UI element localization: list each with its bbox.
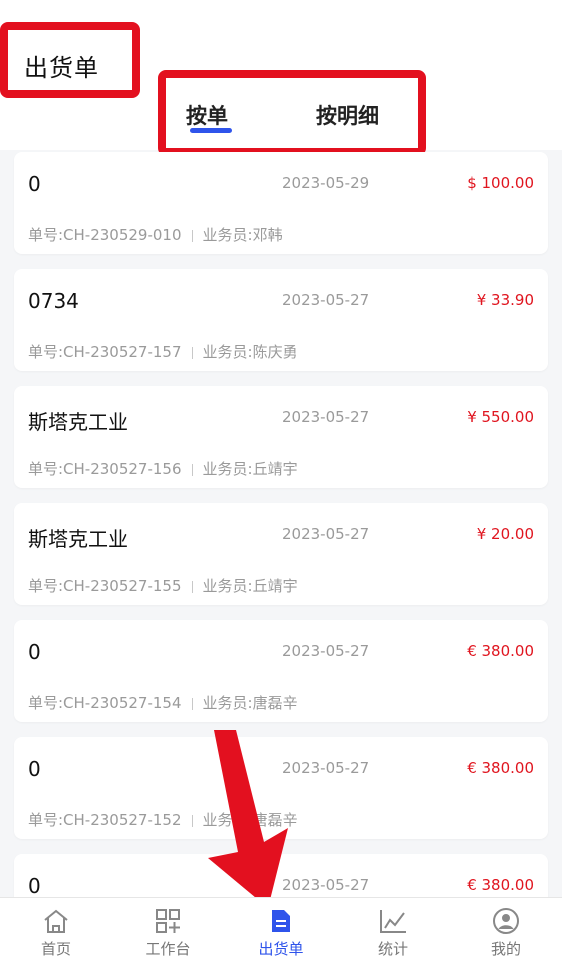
nav-statistics-label: 统计 [377,940,408,958]
nav-workbench-label: 工作台 [145,940,191,958]
salesperson: 业务员:丘靖宇 [202,460,298,478]
highlight-box-title [0,22,140,98]
order-card[interactable]: 0 2023-05-27 € 380.00 单号:CH-230527-152 业务… [14,737,548,839]
bottom-tab-bar: 首页 工作台 出货单 统计 我的 [0,897,562,971]
info-divider [191,346,193,359]
order-amount: ¥ 550.00 [467,408,534,426]
order-number: 单号:CH-230527-154 [28,694,182,712]
order-card[interactable]: 斯塔克工业 2023-05-27 ¥ 20.00 单号:CH-230527-15… [14,503,548,605]
customer-name: 斯塔克工业 [28,410,128,434]
order-card[interactable]: 斯塔克工业 2023-05-27 ¥ 550.00 单号:CH-230527-1… [14,386,548,488]
order-number: 单号:CH-230529-010 [28,226,182,244]
nav-shipment[interactable]: 出货单 [225,898,337,971]
order-card[interactable]: 0734 2023-05-27 ¥ 33.90 单号:CH-230527-157… [14,269,548,371]
order-number: 单号:CH-230527-155 [28,577,182,595]
info-divider [191,697,193,710]
line-chart-icon [337,908,449,934]
user-icon [450,908,562,934]
order-info: 单号:CH-230527-155 业务员:丘靖宇 [28,575,298,596]
salesperson: 业务员:邓韩 [202,226,283,244]
salesperson: 业务员:陈庆勇 [202,343,298,361]
info-divider [191,463,193,476]
order-info: 单号:CH-230529-010 业务员:邓韩 [28,224,283,245]
order-info: 单号:CH-230527-154 业务员:唐磊辛 [28,692,298,713]
customer-name: 0 [28,640,41,664]
order-amount: € 380.00 [467,876,534,894]
customer-name: 0 [28,172,41,196]
salesperson: 业务员:唐磊辛 [202,694,298,712]
nav-workbench[interactable]: 工作台 [112,898,224,971]
order-amount: € 380.00 [467,759,534,777]
order-date: 2023-05-27 [282,525,370,543]
order-amount: ¥ 20.00 [476,525,534,543]
order-info: 单号:CH-230527-157 业务员:陈庆勇 [28,341,298,362]
order-date: 2023-05-27 [282,876,370,894]
order-date: 2023-05-27 [282,291,370,309]
nav-mine-label: 我的 [490,940,521,958]
nav-home[interactable]: 首页 [0,898,112,971]
nav-home-label: 首页 [40,940,71,958]
order-date: 2023-05-29 [282,174,370,192]
order-date: 2023-05-27 [282,642,370,660]
customer-name: 0 [28,757,41,781]
order-info: 单号:CH-230527-152 业务员:唐磊辛 [28,809,298,830]
info-divider [191,229,193,242]
info-divider [191,814,193,827]
home-icon [0,908,112,934]
nav-shipment-label: 出货单 [258,940,304,958]
document-icon [225,908,337,934]
order-date: 2023-05-27 [282,408,370,426]
order-number: 单号:CH-230527-157 [28,343,182,361]
grid-plus-icon [112,908,224,934]
order-amount: $ 100.00 [467,174,534,192]
nav-mine[interactable]: 我的 [450,898,562,971]
info-divider [191,580,193,593]
order-date: 2023-05-27 [282,759,370,777]
order-amount: € 380.00 [467,642,534,660]
customer-name: 斯塔克工业 [28,527,128,551]
order-amount: ¥ 33.90 [476,291,534,309]
order-number: 单号:CH-230527-152 [28,811,182,829]
order-number: 单号:CH-230527-156 [28,460,182,478]
customer-name: 0 [28,874,41,898]
order-info: 单号:CH-230527-156 业务员:丘靖宇 [28,458,298,479]
salesperson: 业务员:唐磊辛 [202,811,298,829]
customer-name: 0734 [28,289,79,313]
highlight-box-tabs [158,70,426,156]
salesperson: 业务员:丘靖宇 [202,577,298,595]
nav-statistics[interactable]: 统计 [337,898,449,971]
order-card[interactable]: 0 2023-05-29 $ 100.00 单号:CH-230529-010 业务… [14,152,548,254]
order-card[interactable]: 0 2023-05-27 € 380.00 单号:CH-230527-154 业务… [14,620,548,722]
